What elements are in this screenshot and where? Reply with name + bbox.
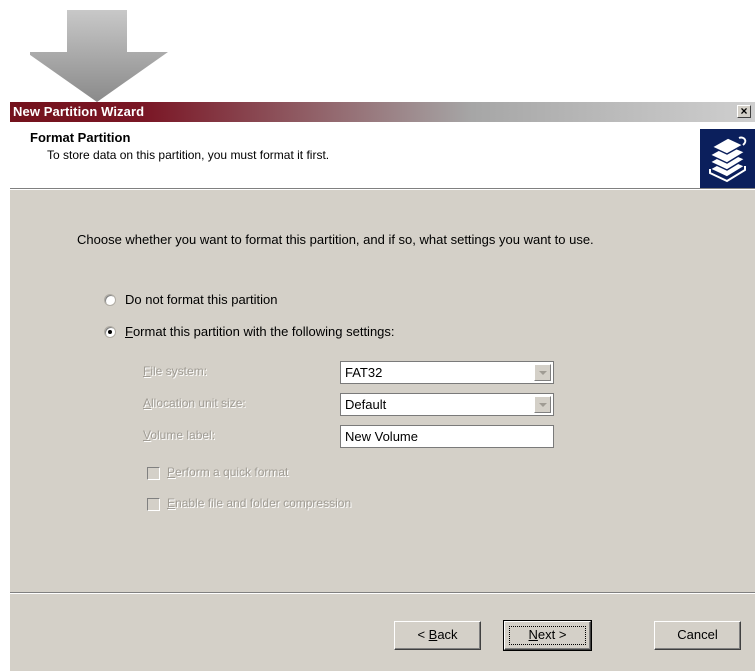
allocation-unit-dropdown-button[interactable] [534,396,551,413]
back-button[interactable]: < Back [394,621,481,650]
footer-divider-highlight [10,593,755,594]
compression-label-rest: nable file and folder compression [175,496,352,510]
compression-checkbox[interactable] [147,498,160,511]
file-system-value: FAT32 [345,365,383,380]
allocation-unit-select[interactable]: Default [340,393,554,416]
allocation-unit-label-rest: llocation unit size: [151,396,246,410]
focus-rect [509,626,586,645]
volume-label-label: Volume label: [143,428,215,442]
quick-format-accel: P [167,465,176,479]
next-button[interactable]: Next > [503,620,592,651]
volume-label-input[interactable]: New Volume [340,425,554,448]
quick-format-label: Perform a quick format [167,465,288,479]
header-subtitle: To store data on this partition, you mus… [47,148,330,162]
down-arrow-icon [30,10,168,102]
volume-label-value: New Volume [345,429,418,444]
close-icon: × [740,104,748,118]
format-label-rest: ormat this partition with the following … [132,324,395,339]
format-radio[interactable] [104,326,116,338]
back-prefix: < [417,627,429,642]
allocation-unit-value: Default [345,397,387,412]
format-label-accel: F [125,324,133,339]
cancel-button[interactable]: Cancel [654,621,741,650]
no-format-radio[interactable] [104,294,116,306]
header-divider-highlight [10,189,755,190]
header-title: Format Partition [30,130,131,145]
volume-label-label-rest: olume label: [150,428,216,442]
file-system-dropdown-button[interactable] [534,364,551,381]
allocation-unit-accel: A [143,396,152,410]
compression-accel: E [167,496,176,510]
window-title: New Partition Wizard [13,104,145,119]
close-button[interactable]: × [737,105,751,118]
radio-selected-dot [108,330,112,334]
instruction-text: Choose whether you want to format this p… [77,232,594,247]
no-format-label[interactable]: Do not format this partition [125,292,277,307]
wizard-header: Format Partition To store data on this p… [10,122,755,188]
allocation-unit-label: Allocation unit size: [143,396,246,410]
stage: New Partition Wizard × Format Partition … [0,0,755,671]
new-partition-wizard-window: New Partition Wizard × Format Partition … [10,102,755,671]
compression-label: Enable file and folder compression [167,496,351,510]
file-system-select[interactable]: FAT32 [340,361,554,384]
chevron-down-icon [539,371,547,375]
chevron-down-icon [539,403,547,407]
file-system-label: File system: [143,364,207,378]
title-bar[interactable]: New Partition Wizard × [10,102,755,122]
quick-format-checkbox[interactable] [147,467,160,480]
quick-format-label-rest: erform a quick format [175,465,289,479]
back-rest: ack [437,627,458,642]
disk-stack-icon [700,129,755,188]
file-system-label-rest: ile system: [150,364,208,378]
format-label[interactable]: Format this partition with the following… [125,324,395,339]
